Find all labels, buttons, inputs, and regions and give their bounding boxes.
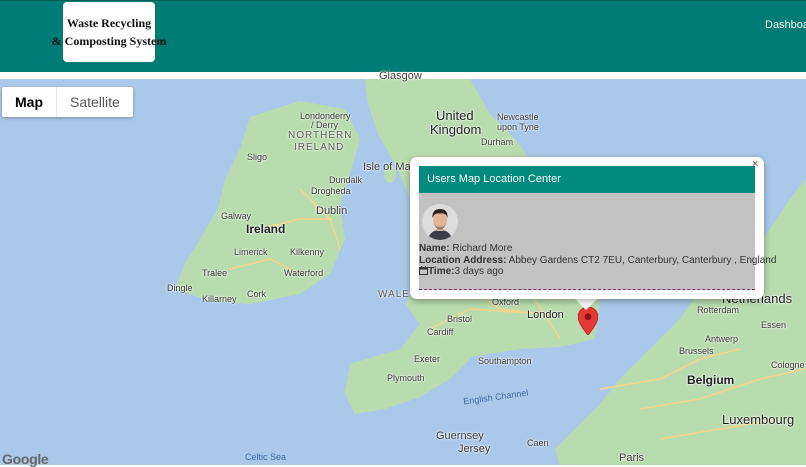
label-cork: Cork (247, 289, 267, 299)
info-address-label: Location Address: (419, 255, 507, 266)
label-galway: Galway (221, 211, 252, 221)
label-limerick: Limerick (234, 247, 268, 257)
label-jersey: Jersey (458, 443, 491, 455)
nav-dashboard-link[interactable]: Dashboa (765, 19, 806, 31)
map-type-control: Map Satellite (2, 87, 133, 117)
info-window-title: Users Map Location Center (419, 166, 755, 193)
label-killarney: Killarney (202, 294, 237, 304)
label-waterford: Waterford (284, 268, 324, 278)
label-rotterdam: Rotterdam (697, 305, 740, 315)
calendar-icon (419, 266, 428, 278)
label-kilkenny: Kilkenny (290, 247, 325, 257)
label-essen: Essen (761, 320, 787, 330)
info-address-row: Location Address: Abbey Gardens CT2 7EU,… (419, 255, 776, 266)
label-durham: Durham (481, 137, 514, 147)
close-icon[interactable]: × (752, 158, 758, 170)
label-southampton: Southampton (478, 356, 532, 366)
label-dingle: Dingle (167, 283, 193, 293)
label-drogheda: Drogheda (311, 186, 351, 196)
info-name-value: Richard More (452, 243, 513, 254)
label-northern: NORTHERN (288, 130, 353, 141)
top-header: Waste Recycling & Composting System Dash… (0, 0, 806, 72)
label-ireland: Ireland (246, 222, 286, 236)
label-kingdom: Kingdom (430, 122, 482, 137)
label-bristol: Bristol (447, 314, 473, 324)
label-cardiff: Cardiff (427, 327, 454, 337)
info-address-value: Abbey Gardens CT2 7EU, Canterbury, Cante… (508, 255, 777, 266)
label-cologne: Cologne (771, 360, 805, 370)
label-isle-of-man: Isle of Ma (363, 161, 411, 173)
label-sligo: Sligo (247, 152, 268, 162)
label-tralee: Tralee (202, 268, 228, 278)
label-antwerp: Antwerp (705, 334, 739, 344)
logo-line-1: Waste Recycling (66, 16, 152, 30)
label-dublin: Dublin (316, 205, 348, 217)
label-london: London (527, 309, 564, 321)
label-exeter: Exeter (414, 354, 441, 364)
info-time-value: 3 days ago (454, 266, 504, 277)
label-belgium: Belgium (687, 373, 735, 387)
label-celtic-sea: Celtic Sea (245, 452, 287, 462)
map-type-map-button[interactable]: Map (2, 87, 57, 117)
label-newcastle-2: upon Tyne (497, 122, 539, 132)
logo-line-2: & Composting System (51, 34, 167, 48)
info-time-label: Time: (428, 266, 455, 277)
info-time-row: Time:3 days ago (419, 266, 503, 278)
label-plymouth: Plymouth (387, 373, 425, 383)
info-name-label: Name: (419, 243, 450, 254)
label-wales: WALE (378, 289, 410, 300)
avatar (422, 204, 458, 240)
label-londonderry-2: / Derry (311, 120, 338, 130)
map-pin-icon[interactable] (577, 306, 599, 340)
logo[interactable]: Waste Recycling & Composting System (52, 2, 166, 62)
label-caen: Caen (527, 438, 549, 448)
label-united: United (436, 108, 474, 123)
info-name-row: Name: Richard More (419, 243, 512, 254)
label-dundalk: Dundalk (329, 175, 363, 185)
label-brussels: Brussels (679, 346, 714, 356)
label-glasgow: Glasgow (379, 70, 422, 82)
label-newcastle-1: Newcastle (497, 112, 539, 122)
popup-tail (574, 298, 598, 310)
label-ireland-region: IRELAND (294, 142, 345, 153)
label-guernsey: Guernsey (436, 430, 484, 442)
label-luxembourg: Luxembourg (722, 412, 795, 427)
map-type-satellite-button[interactable]: Satellite (57, 87, 133, 117)
label-paris: Paris (619, 452, 645, 464)
